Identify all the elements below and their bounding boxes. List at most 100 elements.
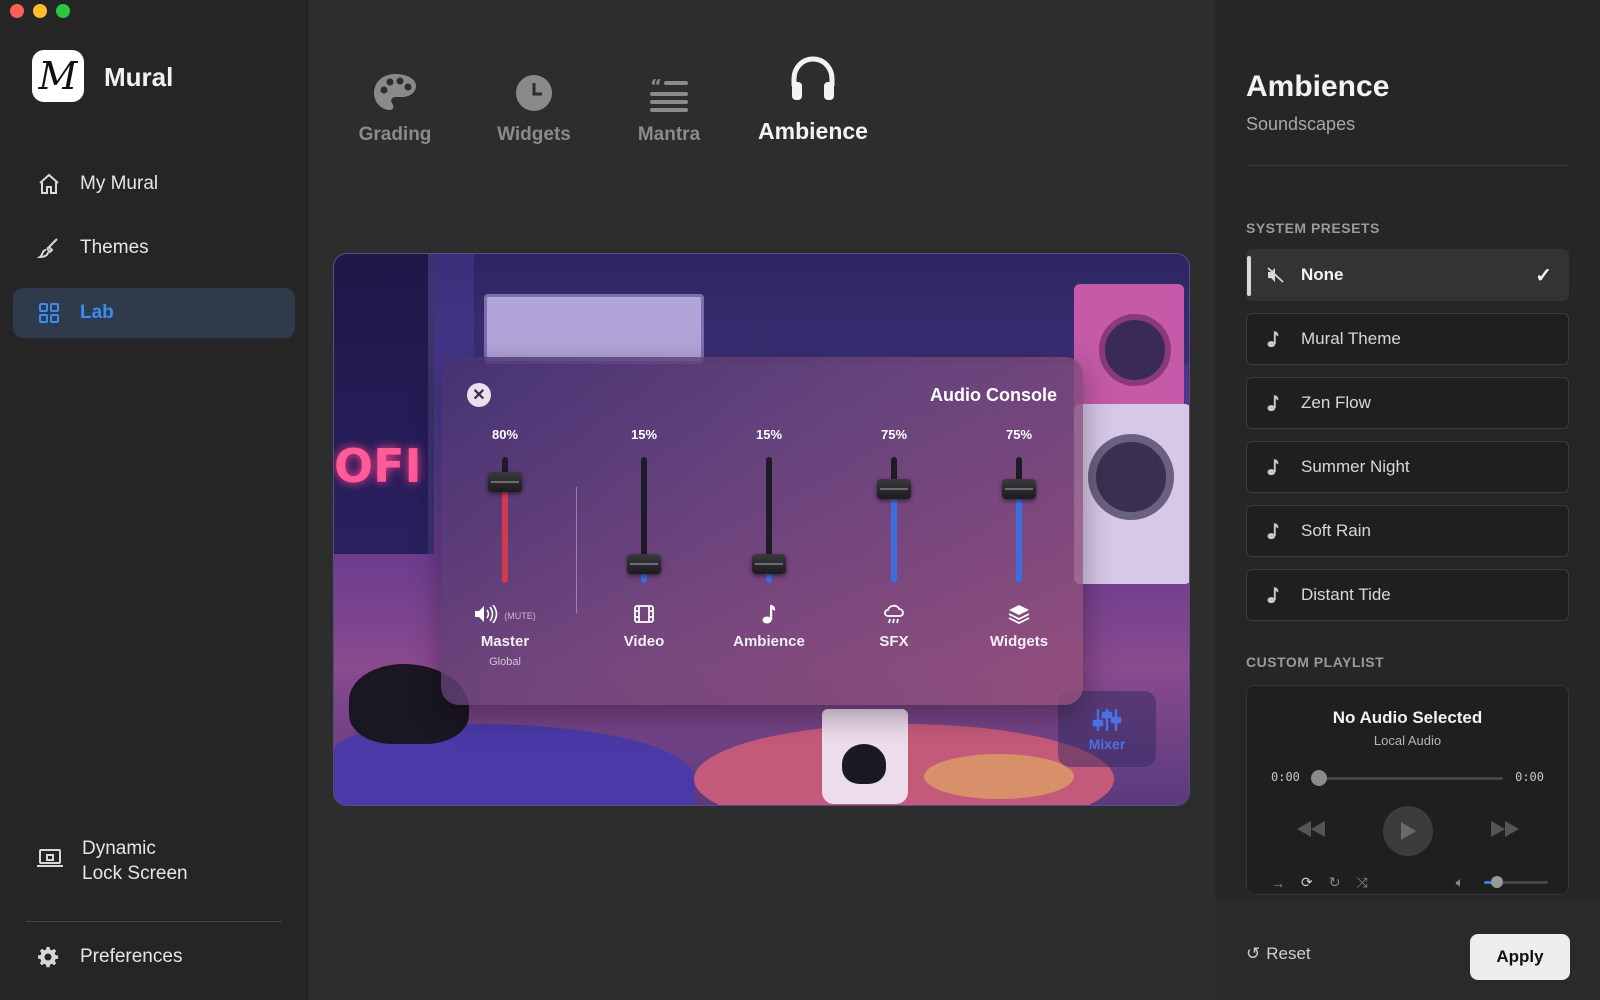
seek-thumb[interactable] [1311,770,1327,786]
repeat-one-icon[interactable]: ↻ [1329,874,1341,891]
headphones-icon [748,44,878,104]
slider-knob[interactable] [752,554,786,575]
wallpaper-preview: OFI Mixer ✕ Audio Console 80% (MUTE) Mas… [333,253,1190,806]
audio-console: ✕ Audio Console 80% (MUTE) Master Global… [441,357,1083,705]
lock-screen-label: Dynamic Lock Screen [82,836,212,886]
shuffle-icon[interactable]: ⤨ [1356,874,1367,891]
sliders-icon [1092,707,1122,736]
sidebar-item-label: My Mural [80,173,159,194]
volume-slider[interactable] [488,457,522,583]
preset-label: Summer Night [1301,457,1410,476]
volume-slider[interactable] [877,457,911,583]
volume-slider[interactable] [1002,457,1036,583]
close-window-button[interactable] [10,4,24,18]
tab-ambience[interactable]: Ambience [748,44,878,145]
music-note-icon [1267,458,1289,476]
scene-cookies [924,754,1074,799]
console-title: Audio Console [930,385,1057,405]
gear-icon [36,945,62,969]
music-note-icon [1267,330,1289,348]
panel-subtitle: Soundscapes [1246,114,1356,134]
reset-icon: ↺ [1246,944,1261,963]
slider-knob[interactable] [627,554,661,575]
sidebar-item-my-mural[interactable]: My Mural [13,159,295,209]
sidebar-item-preferences[interactable]: Preferences [36,945,182,969]
reset-label: Reset [1266,944,1311,963]
ambience-panel: Ambience Soundscapes SYSTEM PRESETS None… [1215,0,1600,1000]
player-options: → ⟳ ↻ ⤨ 🔈︎ [1271,874,1548,891]
preset-mural-theme[interactable]: Mural Theme [1246,313,1569,365]
lock-screen-label-line2: Lock Screen [82,863,188,884]
fast-forward-icon[interactable] [1490,820,1519,842]
channel-ambience: 15% Ambience [709,427,829,650]
tab-mantra[interactable]: “ Mantra [604,44,734,146]
system-presets-heading: SYSTEM PRESETS [1246,220,1380,236]
custom-playlist-heading: CUSTOM PLAYLIST [1246,654,1385,670]
close-icon[interactable]: ✕ [467,383,491,407]
tab-widgets[interactable]: Widgets [469,44,599,146]
sidebar: M Mural My Mural Themes Lab Dynamic Lock… [0,0,308,1000]
playback-controls [1247,806,1568,856]
preset-distant-tide[interactable]: Distant Tide [1246,569,1569,621]
repeat-icon[interactable]: ⟳ [1301,874,1313,891]
slider-knob[interactable] [877,478,911,499]
palette-icon [330,44,460,112]
apply-button[interactable]: Apply [1470,934,1570,980]
next-arrow-icon[interactable]: → [1271,875,1285,891]
reset-button[interactable]: ↺ Reset [1246,944,1311,964]
preset-label: Mural Theme [1301,329,1401,348]
sidebar-item-dynamic-lock-screen[interactable]: Dynamic Lock Screen [36,836,212,886]
preset-soft-rain[interactable]: Soft Rain [1246,505,1569,557]
channel-scope: Global [489,656,521,668]
elapsed-time: 0:00 [1271,770,1300,784]
tab-grading[interactable]: Grading [330,44,460,146]
sidebar-item-lab[interactable]: Lab [13,288,295,338]
preset-label: Soft Rain [1301,521,1371,540]
slider-fill [891,488,897,583]
mixer-label: Mixer [1088,735,1126,752]
rewind-icon[interactable] [1296,820,1325,842]
sidebar-divider [26,921,282,922]
quote-icon: “ [604,44,734,112]
layers-icon [1008,604,1030,629]
slider-knob[interactable] [488,472,522,493]
channel-name: Video [623,633,665,650]
channel-widgets: 75% Widgets [959,427,1079,650]
app-name: Mural [104,62,174,92]
preset-summer-night[interactable]: Summer Night [1246,441,1569,493]
panel-footer: ↺ Reset Apply [1215,898,1600,1000]
channel-percent: 75% [880,427,908,442]
volume-icon: 🔈︎ [1455,874,1464,890]
volume-slider[interactable] [627,457,661,583]
scene-neon-sign: OFI [334,439,422,493]
zoom-window-button[interactable] [56,4,70,18]
checkmark-icon: ✓ [1535,264,1552,287]
grid-icon [36,300,62,326]
music-note-icon [1267,522,1289,540]
volume-thumb[interactable] [1490,876,1503,888]
app-logo: M [32,50,84,102]
rain-cloud-icon [882,603,906,630]
scene-stereo [484,294,704,364]
tab-label: Ambience [758,118,868,144]
speaker-icon [474,604,500,628]
channel-percent: 15% [755,427,783,442]
slider-fill [502,482,508,583]
mute-toggle[interactable]: (MUTE) [504,611,536,621]
channel-video: 15% Video [584,427,704,650]
duration-time: 0:00 [1515,770,1544,784]
channel-percent: 15% [630,427,658,442]
play-button[interactable] [1382,806,1433,856]
volume-slider[interactable] [752,457,786,583]
scene-speaker [1074,284,1184,414]
music-note-icon [1267,394,1289,412]
volume-slider[interactable] [1484,876,1548,888]
scene-window [334,254,434,554]
seek-bar[interactable] [1317,777,1503,780]
preset-zen-flow[interactable]: Zen Flow [1246,377,1569,429]
sidebar-item-themes[interactable]: Themes [13,223,295,273]
slider-knob[interactable] [1002,478,1036,499]
preset-none[interactable]: None ✓ [1246,249,1569,301]
scene-mug [822,709,908,804]
minimize-window-button[interactable] [33,4,47,18]
